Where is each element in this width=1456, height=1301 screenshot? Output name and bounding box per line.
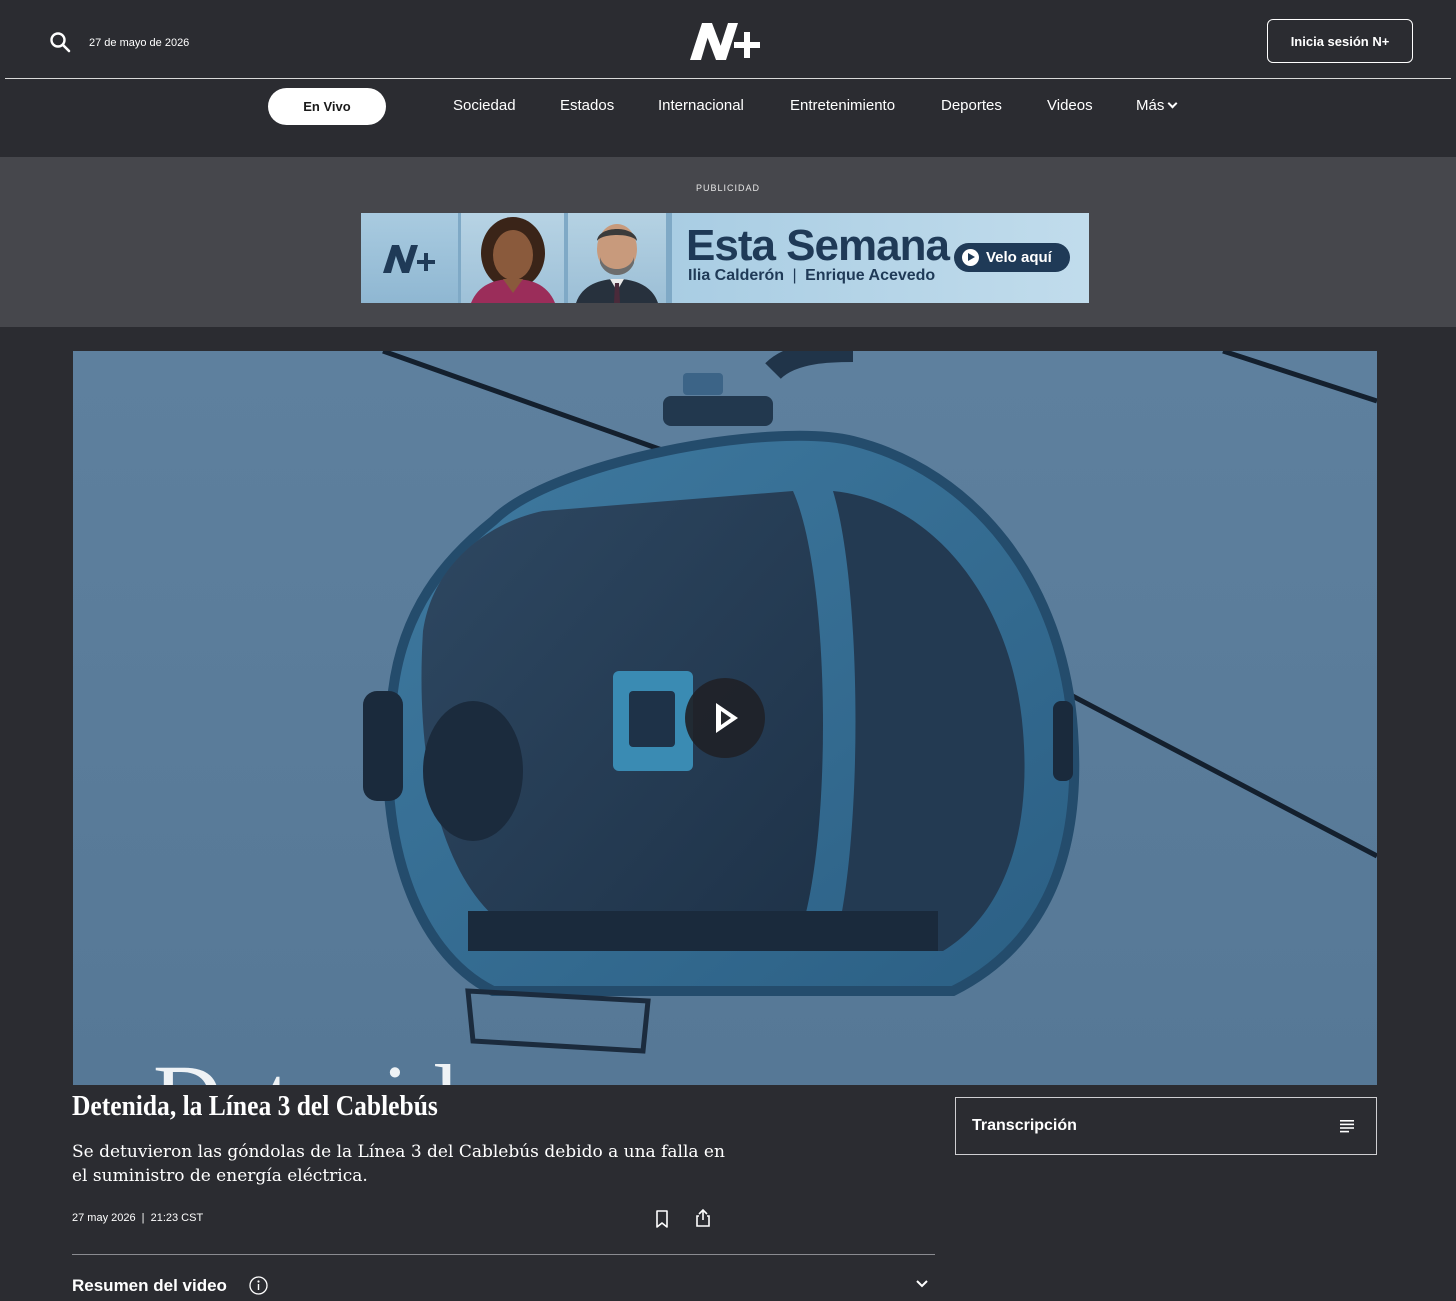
video-overlay-text: Detenida [153,1051,500,1086]
list-lines-icon [1340,1120,1354,1133]
nav-item-estados[interactable]: Estados [560,97,614,114]
host-illustration-left [471,217,555,303]
nplus-logo-small [383,245,435,273]
info-icon[interactable] [249,1276,268,1295]
current-date: 27 de mayo de 2026 [89,37,190,49]
ad-section: PUBLICIDAD Esta Semana Ilia Calderón | E… [0,157,1456,327]
live-button[interactable]: En Vivo [268,88,386,125]
login-button[interactable]: Inicia sesión N+ [1267,19,1413,63]
top-header: 27 de mayo de 2026 Inicia sesión N+ [0,0,1456,80]
chevron-down-icon[interactable] [915,1278,929,1290]
article-divider [72,1254,935,1255]
ad-logo-panel [361,213,458,303]
host-illustration-right [576,224,658,303]
share-icon[interactable] [693,1208,713,1228]
nav-item-sociedad[interactable]: Sociedad [453,97,516,114]
search-icon[interactable] [48,30,72,54]
ad-host-separator: | [792,267,797,284]
publish-date: 27 may 2026 [72,1212,136,1224]
video-player[interactable]: Detenida [73,351,1377,1085]
host-photo-left [461,213,564,303]
ad-hosts: Ilia Calderón | Enrique Acevedo [688,267,935,285]
article-meta: 27 may 2026 | 21:23 CST [72,1212,203,1224]
meta-separator: | [141,1212,145,1224]
ad-banner[interactable]: Esta Semana Ilia Calderón | Enrique Acev… [361,213,1089,303]
nplus-logo[interactable] [688,20,762,62]
host-photo-right [568,213,666,303]
chevron-down-icon [1167,98,1178,109]
nav-item-entretenimiento[interactable]: Entretenimiento [790,97,895,114]
ad-host-right: Enrique Acevedo [805,267,936,284]
video-summary-toggle[interactable]: Resumen del video [72,1276,227,1296]
ad-cta-button[interactable]: Velo aquí [954,243,1070,272]
main-nav: En Vivo Sociedad Estados Internacional E… [0,80,1456,157]
nav-item-videos[interactable]: Videos [1047,97,1093,114]
transcript-panel[interactable]: Transcripción [955,1097,1377,1155]
ad-cta-label: Velo aquí [986,249,1052,266]
nav-item-deportes[interactable]: Deportes [941,97,1002,114]
play-circle-icon [962,249,979,266]
article-summary: Se detuvieron las góndolas de la Línea 3… [72,1142,725,1186]
nav-item-mas[interactable]: Más [1136,97,1178,114]
publish-time: 21:23 CST [150,1212,204,1224]
bookmark-icon[interactable] [653,1209,671,1229]
ad-text-panel: Esta Semana Ilia Calderón | Enrique Acev… [672,213,1089,303]
ad-title: Esta Semana [686,221,950,270]
nav-item-mas-label: Más [1136,97,1165,114]
ad-host-left: Ilia Calderón [688,267,785,284]
play-button[interactable] [685,678,765,758]
transcript-label: Transcripción [972,1117,1077,1134]
nav-item-internacional[interactable]: Internacional [658,97,744,114]
header-divider [5,78,1451,79]
ad-label: PUBLICIDAD [695,183,760,193]
article-headline: Detenida, la Línea 3 del Cablebús [72,1090,438,1122]
